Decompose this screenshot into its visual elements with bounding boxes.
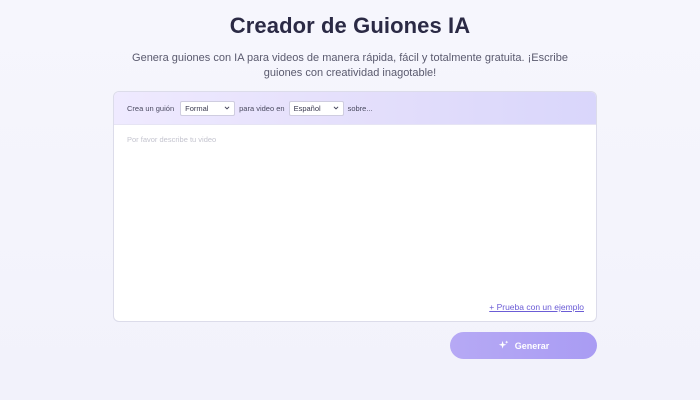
page-title: Creador de Guiones IA	[229, 13, 471, 38]
chevron-down-icon	[224, 106, 230, 109]
sparkle-icon	[498, 340, 509, 349]
video-description-input[interactable]: Por favor describe tu video	[127, 135, 582, 285]
tone-select[interactable]: Formal	[180, 100, 236, 116]
generate-button[interactable]: Generar	[450, 332, 597, 359]
options-middle: para video en	[239, 103, 285, 113]
video-description-placeholder: Por favor describe tu video	[127, 135, 217, 144]
page-subtitle: Genera guiones con IA para videos de man…	[132, 52, 568, 79]
options-bar: Crea un guión Formal para video en Españ…	[114, 92, 596, 125]
tone-select-value: Formal	[185, 103, 209, 113]
language-select[interactable]: Español	[288, 100, 344, 116]
options-suffix: sobre...	[347, 103, 373, 113]
try-example-link[interactable]: + Prueba con un ejemplo	[489, 302, 584, 312]
generate-button-label: Generar	[514, 340, 550, 351]
script-editor: Crea un guión Formal para video en Españ…	[113, 91, 597, 322]
options-prefix: Crea un guión	[127, 103, 175, 113]
chevron-down-icon	[333, 106, 338, 109]
language-select-value: Español	[293, 103, 321, 113]
